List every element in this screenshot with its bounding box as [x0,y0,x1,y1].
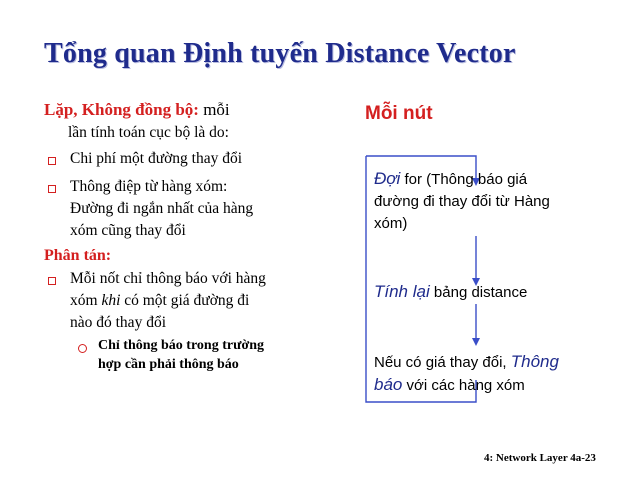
step-recompute-rest: bảng distance [429,284,528,301]
step-wait-rest: for (Thông báo giá [400,171,528,188]
step-wait-line3: xóm) [374,215,408,232]
step-wait-keyword: Đợi [374,169,401,188]
step-notify-keyword: Thông [510,352,559,371]
flow-diagram [365,155,480,403]
step-recompute: Tính lại bảng distance [374,281,527,304]
step-notify-b: với các hàng xóm [402,377,525,394]
step-wait: Đợi for (Thông báo giá [374,168,527,191]
step-notify-a: Nếu có giá thay đổi, [374,354,511,371]
arrow-down-icon [472,338,480,346]
step-notify-keyword2: báo [374,375,403,394]
step-notify-line2: báo với các hàng xóm [374,374,525,397]
step-wait-line2: đường đi thay đổi từ Hàng [374,193,550,210]
step-recompute-keyword: Tính lại [374,282,430,301]
slide-footer: 4: Network Layer 4a-23 [484,452,596,464]
step-notify: Nếu có giá thay đổi, Thông [374,351,559,374]
